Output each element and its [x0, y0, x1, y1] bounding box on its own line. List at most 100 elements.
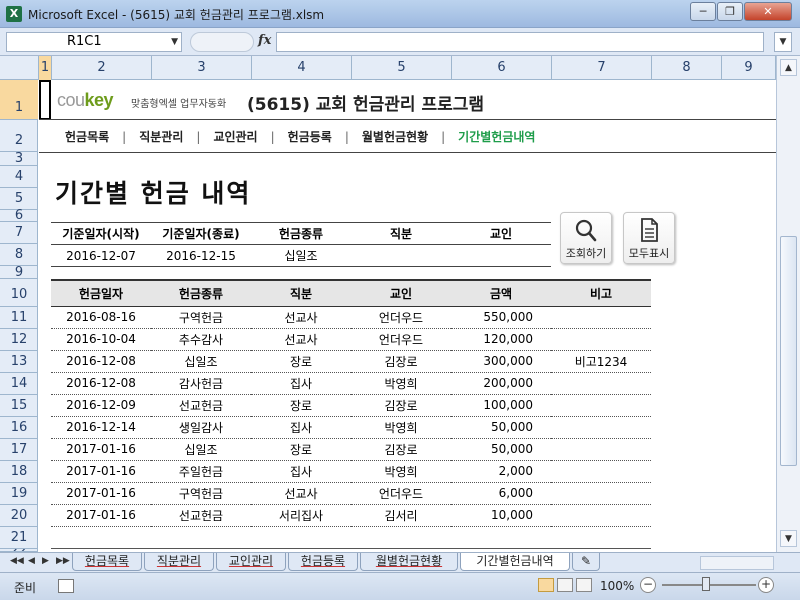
sheet-tab-bar: ◀◀ ◀ ▶ ▶▶ 헌금목록 직분관리 교인관리 헌금등록 월별헌금현황 기간별…	[0, 552, 800, 572]
minimize-button[interactable]: ─	[690, 2, 716, 21]
position-field[interactable]	[351, 244, 451, 267]
table-header: 직분	[251, 279, 351, 307]
sheet-tab[interactable]: 헌금등록	[288, 553, 358, 571]
nav-item-offering-register[interactable]: 헌금등록	[288, 128, 332, 145]
title-bar: X Microsoft Excel - (5615) 교회 헌금관리 프로그램.…	[0, 0, 800, 28]
row-header[interactable]: 11	[0, 307, 38, 329]
column-header[interactable]: 5	[352, 56, 452, 80]
row-header[interactable]: 4	[0, 166, 38, 188]
sheet-tab[interactable]: 헌금목록	[72, 553, 142, 571]
nav-item-period-details[interactable]: 기간별헌금내역	[458, 128, 535, 145]
worksheet[interactable]: coukey 맞춤형엑셀 업무자동화 (5615) 교회 헌금관리 프로그램 헌…	[39, 80, 776, 552]
table-row[interactable]: 2017-01-16 선교헌금 서리집사 김서리 10,000	[51, 504, 651, 527]
row-header[interactable]: 20	[0, 505, 38, 527]
row-header[interactable]: 18	[0, 461, 38, 483]
scroll-up-icon[interactable]: ▲	[780, 59, 797, 76]
scroll-down-icon[interactable]: ▼	[780, 530, 797, 547]
normal-view-icon[interactable]	[538, 578, 554, 592]
zoom-in-icon[interactable]: +	[758, 577, 774, 593]
date-cell: 2016-12-09	[51, 394, 151, 417]
table-row[interactable]: 2016-12-08 감사헌금 집사 박영희 200,000	[51, 372, 651, 395]
sheet-tab[interactable]: 교인관리	[216, 553, 286, 571]
table-row[interactable]: 2017-01-16 구역헌금 선교사 언더우드 6,000	[51, 482, 651, 505]
note-cell	[551, 460, 651, 483]
column-header[interactable]: 4	[252, 56, 352, 80]
row-header[interactable]: 2	[0, 120, 38, 152]
row-header[interactable]: 14	[0, 373, 38, 395]
row-header[interactable]: 1	[0, 80, 38, 120]
member-field[interactable]	[451, 244, 551, 267]
column-header[interactable]: 2	[52, 56, 152, 80]
zoom-out-icon[interactable]: −	[640, 577, 656, 593]
row-header[interactable]: 13	[0, 351, 38, 373]
table-row[interactable]	[51, 526, 651, 549]
row-header[interactable]: 5	[0, 188, 38, 210]
row-header[interactable]: 10	[0, 279, 38, 307]
vertical-scrollbar[interactable]: ▲ ▼	[776, 56, 800, 552]
page-layout-view-icon[interactable]	[557, 578, 573, 592]
filter-header: 기준일자(종료)	[151, 222, 251, 245]
last-sheet-icon[interactable]: ▶▶	[56, 556, 70, 566]
next-sheet-icon[interactable]: ▶	[42, 556, 49, 566]
formula-input[interactable]	[276, 32, 764, 52]
table-row[interactable]: 2016-12-08 십일조 장로 김장로 300,000 비고1234	[51, 350, 651, 373]
search-button[interactable]: 조회하기	[560, 212, 612, 264]
column-header[interactable]: 6	[452, 56, 552, 80]
row-header[interactable]: 9	[0, 266, 38, 279]
sheet-tab[interactable]: 월별헌금현황	[360, 553, 458, 571]
sheet-tab-active[interactable]: 기간별헌금내역	[460, 553, 570, 571]
row-header[interactable]: 21	[0, 527, 38, 549]
row-header[interactable]: 16	[0, 417, 38, 439]
chevron-down-icon[interactable]: ▼	[171, 33, 178, 51]
close-button[interactable]: ✕	[744, 2, 792, 21]
row-header[interactable]: 3	[0, 152, 38, 166]
column-header[interactable]: 1	[39, 56, 52, 80]
selected-cell[interactable]	[39, 80, 51, 120]
column-header[interactable]: 9	[722, 56, 776, 80]
horizontal-scrollbar[interactable]	[700, 556, 774, 570]
select-all-corner[interactable]	[0, 56, 39, 80]
row-header[interactable]: 17	[0, 439, 38, 461]
nav-separator: |	[441, 130, 446, 144]
offering-type-field[interactable]: 십일조	[251, 244, 351, 267]
table-row[interactable]: 2016-08-16 구역헌금 선교사 언더우드 550,000	[51, 306, 651, 329]
note-cell	[551, 438, 651, 461]
table-row[interactable]: 2016-12-09 선교헌금 장로 김장로 100,000	[51, 394, 651, 417]
page-break-view-icon[interactable]	[576, 578, 592, 592]
table-row[interactable]: 2017-01-16 십일조 장로 김장로 50,000	[51, 438, 651, 461]
table-row[interactable]: 2016-10-04 추수감사 선교사 언더우드 120,000	[51, 328, 651, 351]
nav-item-monthly-status[interactable]: 월별헌금현황	[362, 128, 428, 145]
scroll-thumb[interactable]	[780, 236, 797, 466]
row-header[interactable]: 6	[0, 209, 38, 222]
nav-item-position-mgmt[interactable]: 직분관리	[139, 128, 183, 145]
insert-function-icon[interactable]: fx	[258, 33, 271, 48]
row-header[interactable]: 8	[0, 244, 38, 266]
insert-sheet-icon[interactable]: ✎	[572, 553, 600, 571]
date-cell: 2017-01-16	[51, 482, 151, 505]
column-header[interactable]: 7	[552, 56, 652, 80]
row-header[interactable]: 7	[0, 222, 38, 244]
first-sheet-icon[interactable]: ◀◀	[10, 556, 24, 566]
show-all-button[interactable]: 모두표시	[623, 212, 675, 264]
sheet-tab[interactable]: 직분관리	[144, 553, 214, 571]
row-header[interactable]: 15	[0, 395, 38, 417]
table-row[interactable]: 2016-12-14 생일감사 집사 박영희 50,000	[51, 416, 651, 439]
nav-item-offering-list[interactable]: 헌금목록	[65, 128, 109, 145]
note-cell	[551, 306, 651, 329]
row-header[interactable]: 12	[0, 329, 38, 351]
column-header[interactable]: 3	[152, 56, 252, 80]
start-date-field[interactable]: 2016-12-07	[51, 244, 151, 267]
zoom-slider-thumb[interactable]	[702, 577, 710, 591]
prev-sheet-icon[interactable]: ◀	[28, 556, 35, 566]
macro-record-icon[interactable]	[58, 579, 74, 593]
zoom-level[interactable]: 100%	[600, 579, 634, 593]
column-header[interactable]: 8	[652, 56, 722, 80]
nav-item-member-mgmt[interactable]: 교인관리	[213, 128, 257, 145]
end-date-field[interactable]: 2016-12-15	[151, 244, 251, 267]
table-row[interactable]: 2017-01-16 주일헌금 집사 박영희 2,000	[51, 460, 651, 483]
row-header[interactable]: 19	[0, 483, 38, 505]
name-box[interactable]: R1C1 ▼	[6, 32, 182, 52]
nav-menu: 헌금목록 | 직분관리 | 교인관리 | 헌금등록 | 월별헌금현황 | 기간별헌금내역	[65, 128, 535, 148]
restore-button[interactable]: ❐	[717, 2, 743, 21]
expand-formula-bar-button[interactable]: ▼	[774, 32, 792, 52]
